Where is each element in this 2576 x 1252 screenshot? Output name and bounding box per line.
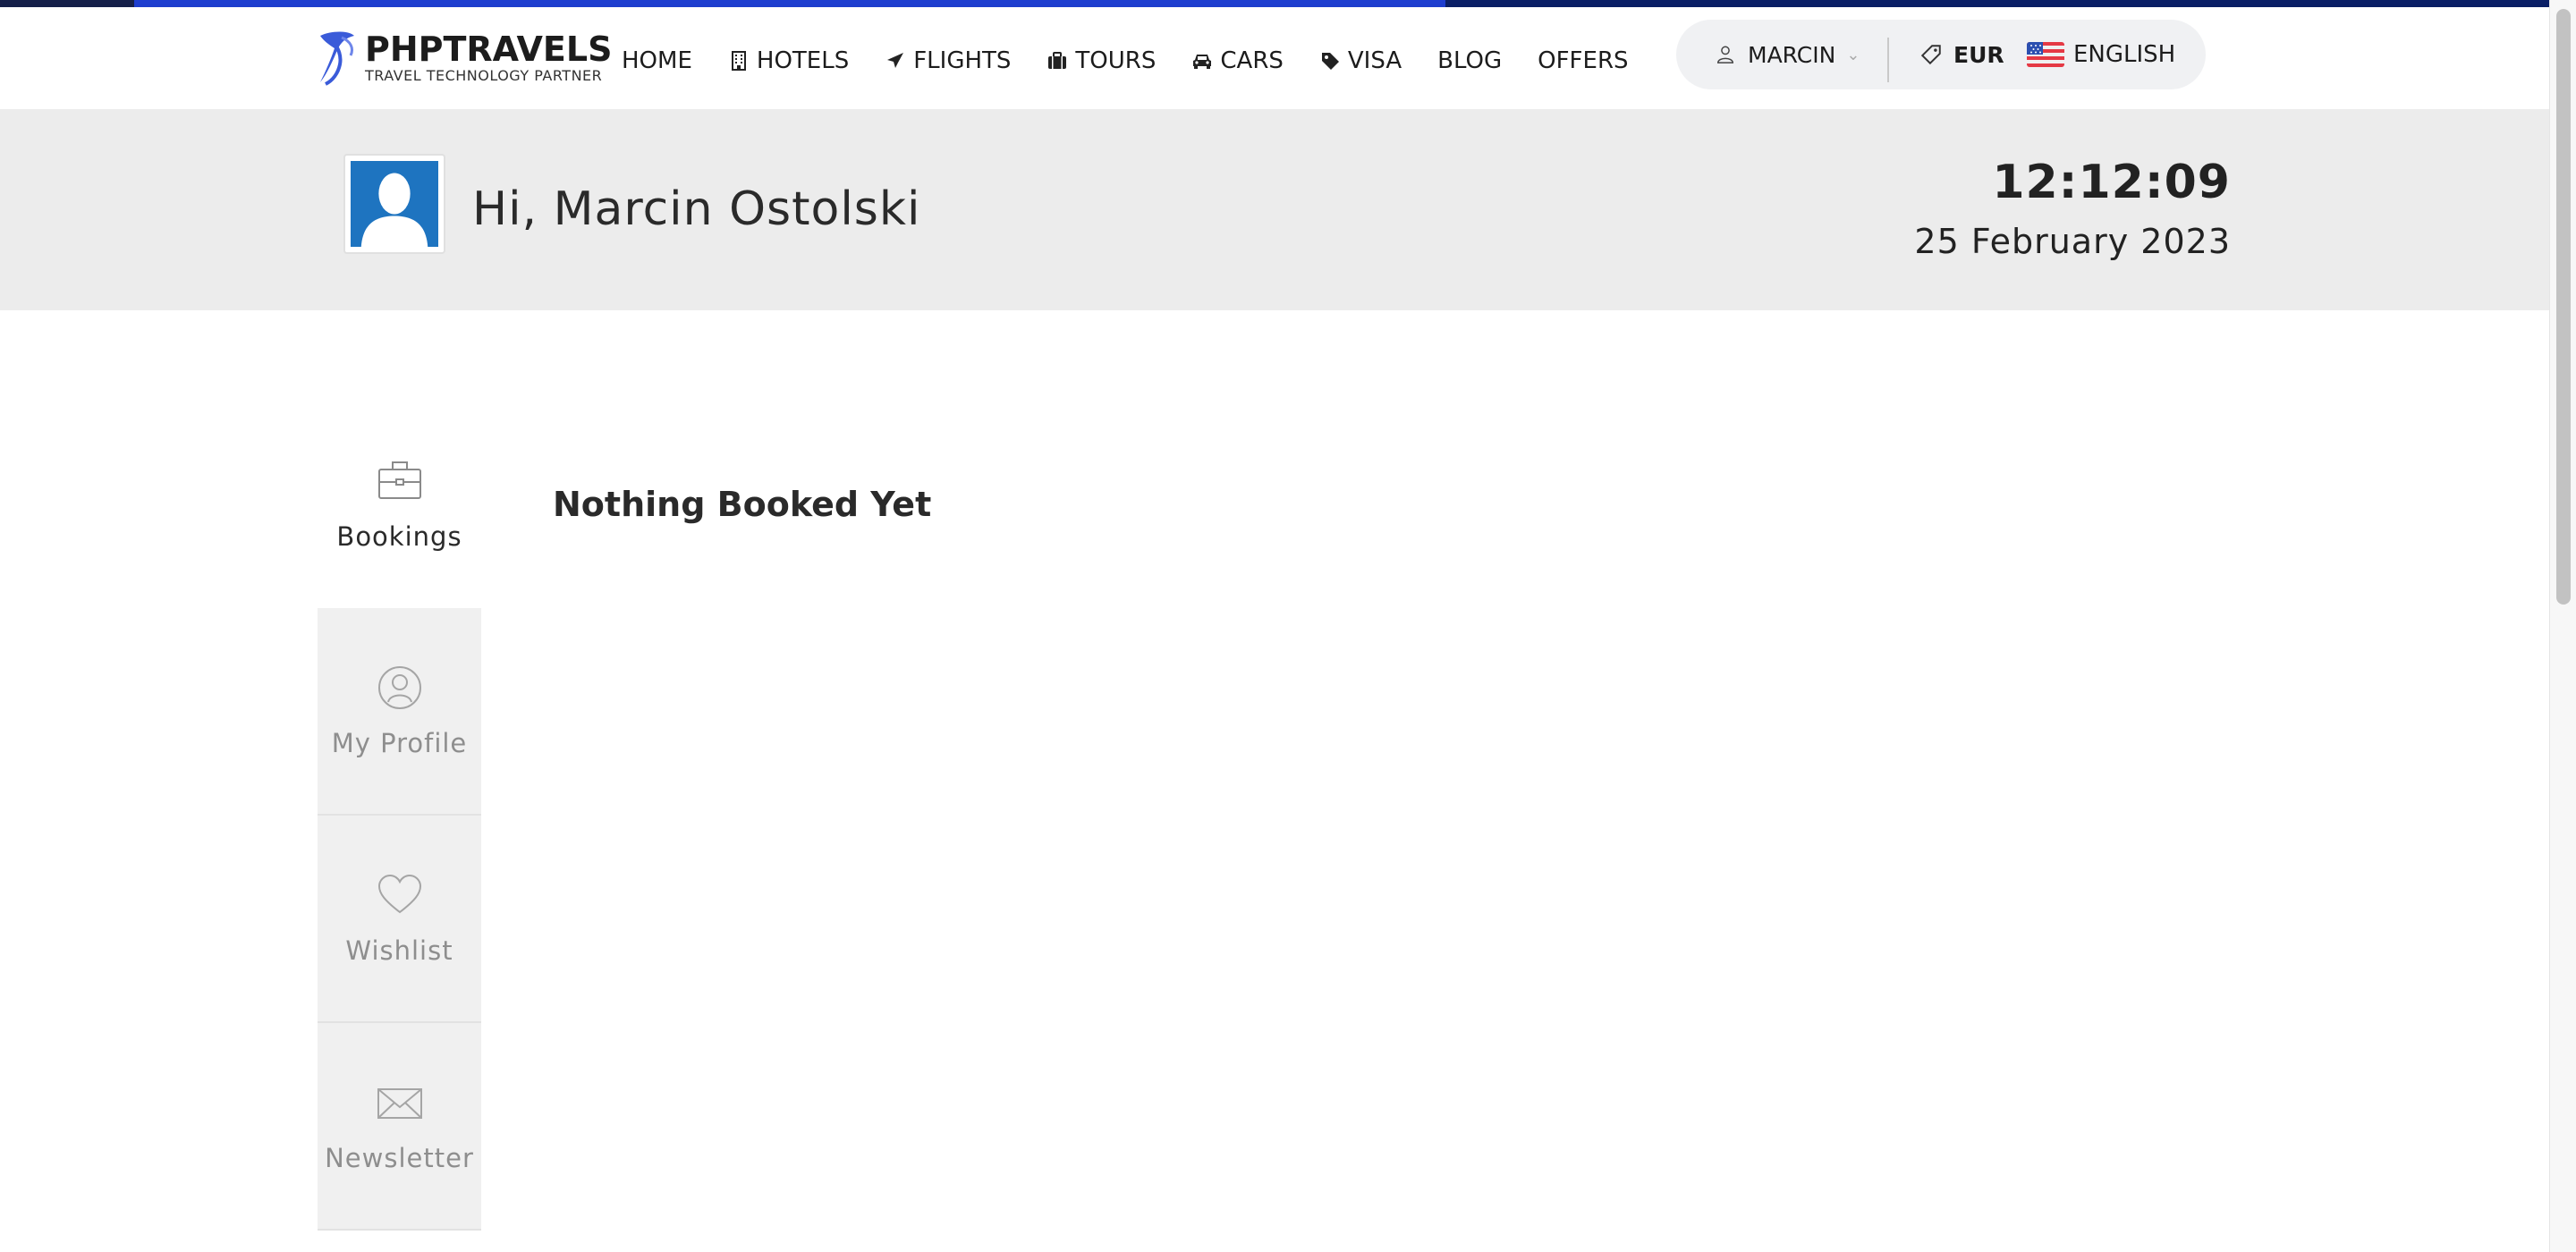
building-icon	[728, 50, 750, 72]
progress-bar-start	[0, 0, 134, 7]
sidebar-item-label: Newsletter	[325, 1143, 474, 1173]
nav-visa[interactable]: VISA	[1319, 43, 1402, 79]
suitcase-icon	[1046, 50, 1068, 72]
user-icon	[1717, 46, 1733, 63]
nav-offers[interactable]: OFFERS	[1538, 43, 1628, 79]
brand-tagline: TRAVEL TECHNOLOGY PARTNER	[365, 67, 603, 84]
sidebar-item-newsletter[interactable]: Newsletter	[318, 1023, 481, 1231]
site-header: PHPTRAVELS TRAVEL TECHNOLOGY PARTNER HOM…	[0, 7, 2549, 109]
currency-selector[interactable]: EUR	[1919, 20, 2004, 89]
page-scrollbar[interactable]	[2549, 0, 2576, 1252]
avatar	[343, 154, 445, 254]
chevron-down-icon: ⌄	[1846, 45, 1860, 64]
language-selector[interactable]: ENGLISH	[2027, 20, 2175, 89]
sidebar-item-wishlist[interactable]: Wishlist	[318, 816, 481, 1023]
money-tag-icon	[1920, 45, 1941, 65]
nav-cars[interactable]: CARS	[1191, 43, 1284, 79]
user-name: MARCIN	[1748, 41, 1836, 68]
scrollbar-thumb[interactable]	[2556, 9, 2571, 605]
language-label: ENGLISH	[2073, 41, 2176, 68]
briefcase-icon	[376, 457, 424, 505]
clock-time: 12:12:09	[1992, 156, 2231, 209]
clock-date: 25 February 2023	[1914, 222, 2231, 261]
nav-hotels-label: HOTELS	[756, 47, 850, 74]
envelope-icon	[376, 1079, 424, 1127]
page-load-progress-bar	[0, 0, 2576, 7]
avatar-silhouette-icon	[351, 161, 438, 247]
main-nav: HOME HOTELS FLIGHTS TOURS CARS VISA BLOG…	[622, 43, 1665, 79]
progress-bar-fill	[134, 0, 1445, 7]
sidebar-item-my-profile[interactable]: My Profile	[318, 608, 481, 816]
user-circle-icon	[376, 664, 424, 712]
heart-icon	[376, 871, 424, 919]
logo-icon	[320, 31, 354, 86]
empty-bookings-title: Nothing Booked Yet	[553, 485, 932, 524]
greeting-text: Hi, Marcin Ostolski	[472, 182, 921, 236]
nav-cars-label: CARS	[1220, 47, 1284, 74]
nav-flights[interactable]: FLIGHTS	[885, 43, 1011, 79]
greeting-band: Hi, Marcin Ostolski 12:12:09 25 February…	[0, 109, 2549, 310]
sidebar-item-label: My Profile	[331, 728, 468, 758]
dashboard-sidebar: Bookings My Profile Wishlist Newsletter	[318, 401, 481, 1231]
nav-tours[interactable]: TOURS	[1046, 43, 1156, 79]
nav-blog-label: BLOG	[1437, 47, 1503, 74]
account-divider	[1887, 38, 1889, 82]
currency-label: EUR	[1953, 41, 2004, 68]
account-pill: MARCIN ⌄ EUR ENGLISH	[1676, 20, 2206, 89]
user-dropdown[interactable]: MARCIN ⌄	[1716, 20, 1860, 89]
nav-visa-label: VISA	[1347, 47, 1402, 74]
car-icon	[1191, 50, 1213, 72]
sidebar-item-label: Wishlist	[345, 935, 453, 966]
nav-home[interactable]: HOME	[622, 43, 692, 79]
clock: 12:12:09 25 February 2023	[1914, 156, 2231, 261]
plane-icon	[885, 50, 906, 72]
nav-tours-label: TOURS	[1075, 47, 1157, 74]
sidebar-item-bookings[interactable]: Bookings	[318, 401, 481, 608]
tag-icon	[1319, 50, 1341, 72]
brand-name: PHPTRAVELS	[365, 30, 613, 69]
nav-blog[interactable]: BLOG	[1437, 43, 1502, 79]
nav-offers-label: OFFERS	[1538, 47, 1629, 74]
nav-home-label: HOME	[622, 47, 692, 74]
site-logo[interactable]: PHPTRAVELS TRAVEL TECHNOLOGY PARTNER	[315, 27, 612, 89]
us-flag-icon	[2027, 42, 2064, 67]
sidebar-item-label: Bookings	[336, 521, 462, 552]
nav-hotels[interactable]: HOTELS	[728, 43, 849, 79]
nav-flights-label: FLIGHTS	[913, 47, 1012, 74]
